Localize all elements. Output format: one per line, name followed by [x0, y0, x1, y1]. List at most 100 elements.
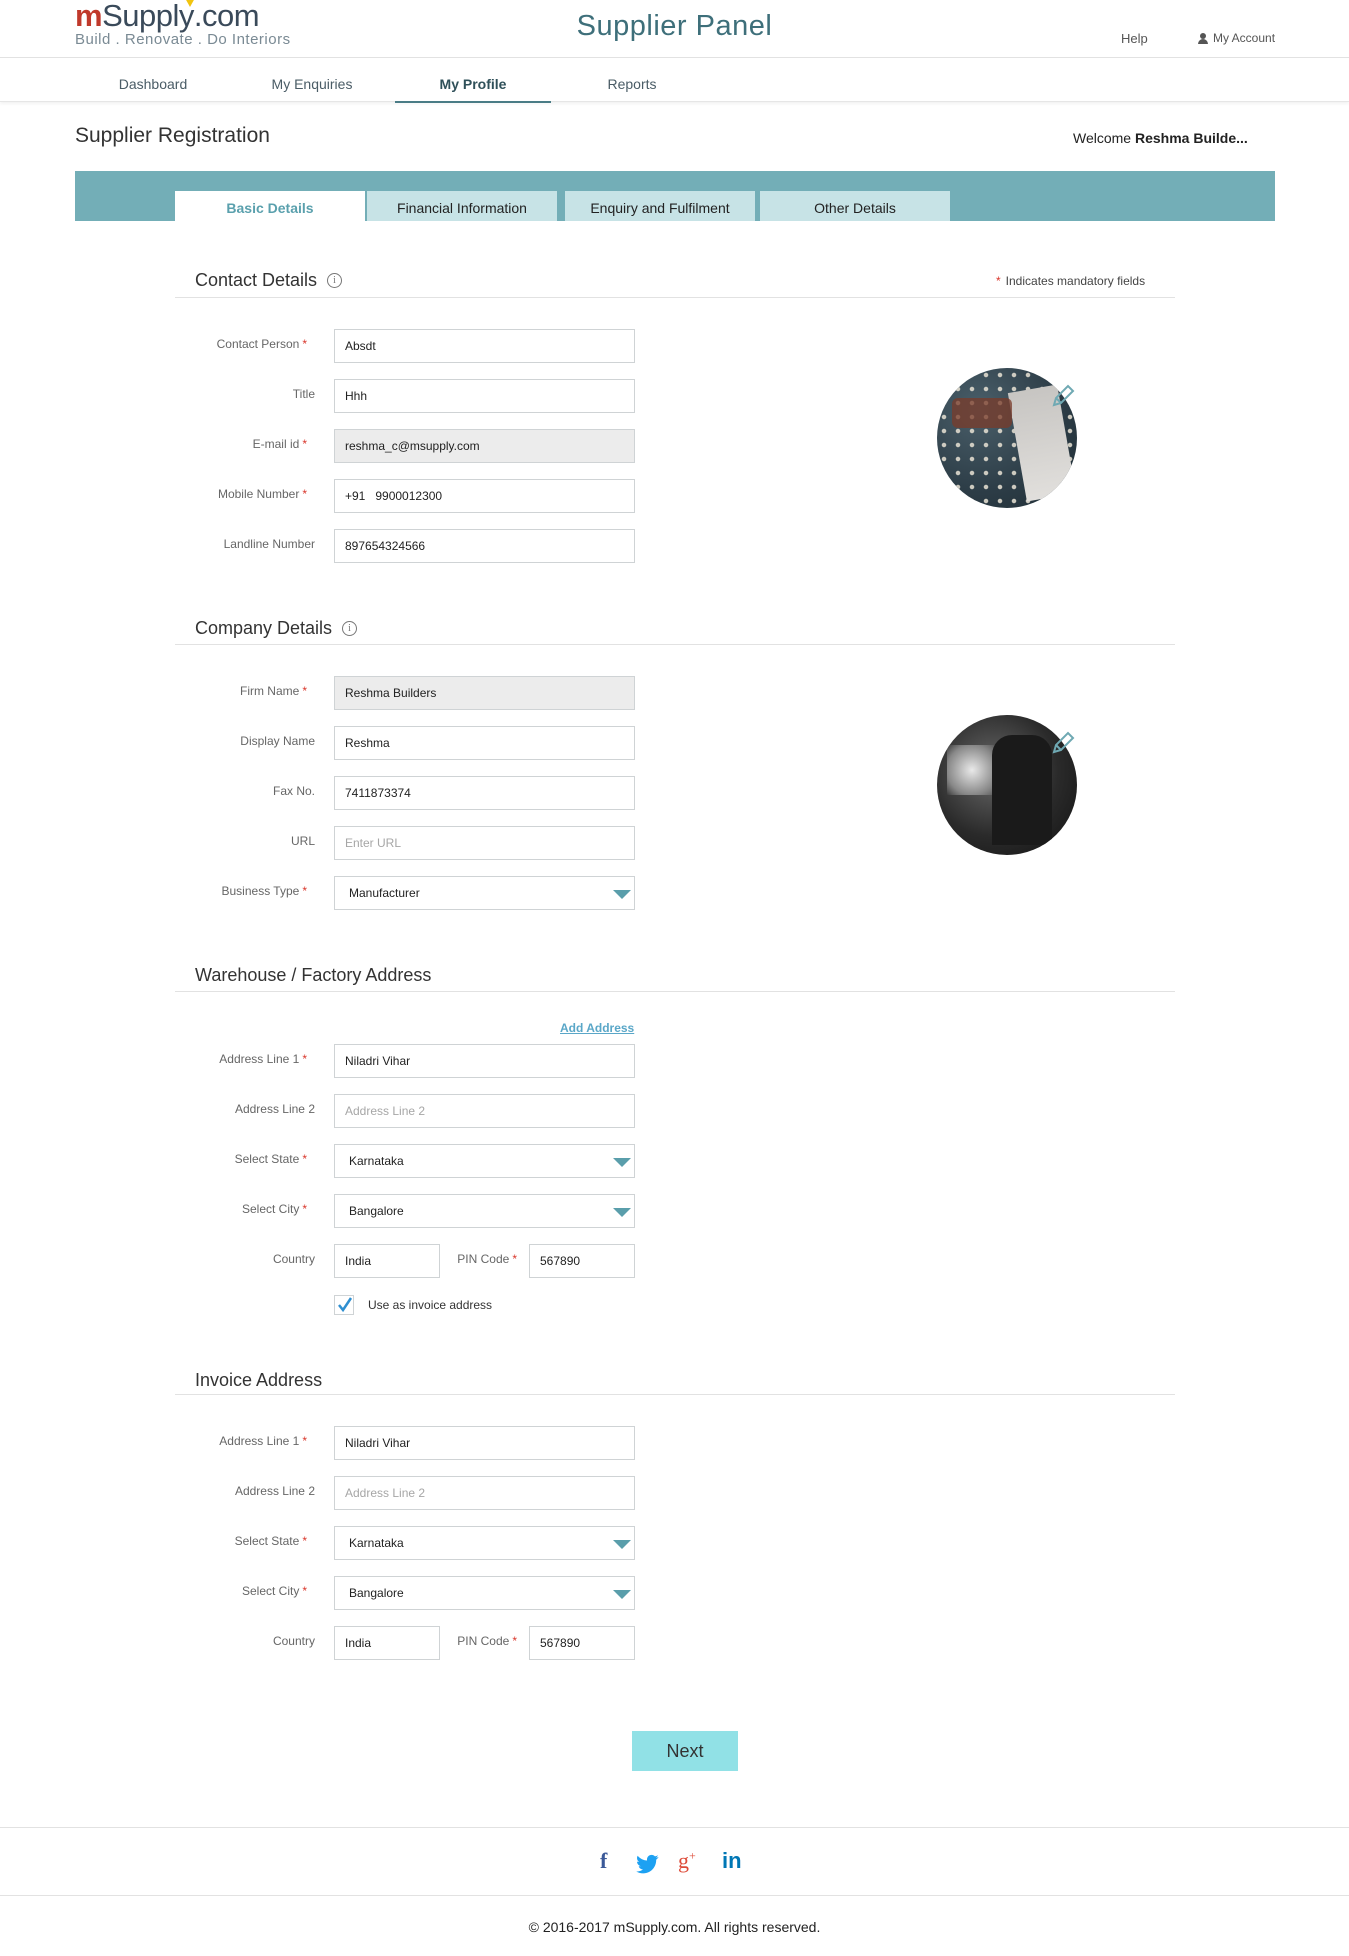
address-line-2-label: Address Line 2: [234, 1102, 315, 1116]
info-icon[interactable]: i: [327, 273, 343, 288]
warehouse-address-line-1-input[interactable]: Niladri Vihar: [334, 1044, 635, 1078]
info-icon[interactable]: i: [342, 621, 358, 636]
select-city-label: Select City *: [241, 1202, 307, 1216]
state-value: Karnataka: [349, 1154, 404, 1168]
twitter-icon[interactable]: [636, 1851, 660, 1879]
select-state-label: Select State *: [234, 1152, 307, 1166]
landline-number-label: Landline Number: [223, 537, 315, 551]
title-label: Title: [292, 387, 315, 401]
invoice-state-select[interactable]: Karnataka: [334, 1526, 635, 1560]
section-divider: [175, 297, 1175, 298]
firm-name-field: Reshma Builders: [334, 676, 635, 710]
warehouse-address-line-2-input[interactable]: Address Line 2: [334, 1094, 635, 1128]
edit-pencil-icon[interactable]: [1050, 730, 1076, 756]
user-icon: [1198, 32, 1208, 44]
dropdown-caret-icon: [613, 1590, 631, 1599]
firm-name-label: Firm Name *: [239, 684, 307, 698]
section-divider: [175, 991, 1175, 992]
url-input[interactable]: Enter URL: [334, 826, 635, 860]
address-line-1-label: Address Line 1 *: [219, 1052, 307, 1066]
address-line-2-label: Address Line 2: [234, 1484, 315, 1498]
contact-person-input[interactable]: Absdt: [334, 329, 635, 363]
my-account-label: My Account: [1213, 31, 1276, 45]
main-nav: Dashboard My Enquiries My Profile Report…: [0, 58, 1349, 103]
my-account-link[interactable]: My Account: [1198, 31, 1275, 45]
mandatory-note: * Indicates mandatory fields: [996, 274, 1145, 288]
section-divider: [175, 644, 1175, 645]
checkmark-icon: [338, 1297, 353, 1313]
warehouse-address-heading: Warehouse / Factory Address: [195, 965, 431, 986]
select-city-label: Select City *: [241, 1584, 307, 1598]
display-name-label: Display Name: [240, 734, 315, 748]
section-divider: [175, 1394, 1175, 1395]
mobile-number-label: Mobile Number *: [217, 487, 307, 501]
invoice-pin-code-input[interactable]: 567890: [529, 1626, 635, 1660]
business-type-value: Manufacturer: [349, 886, 420, 900]
invoice-address-heading: Invoice Address: [195, 1370, 322, 1391]
city-value: Bangalore: [349, 1204, 404, 1218]
help-link[interactable]: Help: [1121, 31, 1148, 46]
pin-code-label: PIN Code *: [457, 1634, 517, 1648]
linkedin-icon[interactable]: in: [722, 1848, 742, 1876]
email-field: reshma_c@msupply.com: [334, 429, 635, 463]
mandatory-note-text: Indicates mandatory fields: [1005, 274, 1146, 288]
address-line-1-label: Address Line 1 *: [219, 1434, 307, 1448]
invoice-address-line-1-input[interactable]: Niladri Vihar: [334, 1426, 635, 1460]
state-value: Karnataka: [349, 1536, 404, 1550]
next-button[interactable]: Next: [632, 1731, 738, 1771]
tab-enquiry-fulfilment[interactable]: Enquiry and Fulfilment: [565, 191, 755, 221]
page-title: Supplier Registration: [75, 124, 270, 147]
fax-no-label: Fax No.: [272, 784, 315, 798]
fax-no-input[interactable]: 7411873374: [334, 776, 635, 810]
contact-person-label: Contact Person *: [216, 337, 307, 351]
add-address-link[interactable]: Add Address: [560, 1021, 634, 1035]
tab-financial-information[interactable]: Financial Information: [367, 191, 557, 221]
display-name-input[interactable]: Reshma: [334, 726, 635, 760]
title-input[interactable]: Hhh: [334, 379, 635, 413]
nav-reports[interactable]: Reports: [554, 58, 710, 102]
use-as-invoice-checkbox[interactable]: [334, 1295, 354, 1315]
nav-my-enquiries[interactable]: My Enquiries: [234, 58, 390, 102]
company-details-title: Company Details: [195, 618, 333, 638]
registration-tabs: Basic Details Financial Information Enqu…: [75, 171, 1275, 221]
invoice-address-line-2-input[interactable]: Address Line 2: [334, 1476, 635, 1510]
business-type-select[interactable]: Manufacturer: [334, 876, 635, 910]
dropdown-caret-icon: [613, 1158, 631, 1167]
tab-other-details[interactable]: Other Details: [760, 191, 950, 221]
edit-pencil-icon[interactable]: [1050, 383, 1076, 409]
welcome-message: Welcome Reshma Builde...: [1073, 130, 1248, 146]
footer-divider: [0, 1895, 1349, 1896]
company-details-heading: Company Details i: [195, 618, 358, 639]
top-header: mSupply.com Build . Renovate . Do Interi…: [0, 0, 1349, 58]
warehouse-address-title: Warehouse / Factory Address: [195, 965, 432, 985]
select-state-label: Select State *: [234, 1534, 307, 1548]
pin-code-label: PIN Code *: [457, 1252, 517, 1266]
contact-details-title: Contact Details: [195, 270, 318, 290]
tab-basic-details[interactable]: Basic Details: [175, 191, 365, 221]
mobile-number-input[interactable]: +91 9900012300: [334, 479, 635, 513]
use-as-invoice-label: Use as invoice address: [368, 1298, 493, 1312]
welcome-username: Reshma Builde...: [1134, 130, 1248, 146]
contact-details-heading: Contact Details i: [195, 270, 343, 291]
email-label: E-mail id *: [252, 437, 307, 451]
url-label: URL: [290, 834, 315, 848]
required-star-icon: *: [996, 274, 1001, 288]
nav-dashboard[interactable]: Dashboard: [75, 58, 231, 102]
landline-number-input[interactable]: 897654324566: [334, 529, 635, 563]
invoice-address-title: Invoice Address: [195, 1370, 323, 1390]
warehouse-pin-code-input[interactable]: 567890: [529, 1244, 635, 1278]
google-plus-icon[interactable]: g+: [678, 1848, 696, 1876]
warehouse-state-select[interactable]: Karnataka: [334, 1144, 635, 1178]
dropdown-caret-icon: [613, 1540, 631, 1549]
dropdown-caret-icon: [613, 1208, 631, 1217]
facebook-icon[interactable]: f: [600, 1848, 607, 1876]
city-value: Bangalore: [349, 1586, 404, 1600]
business-type-label: Business Type *: [221, 884, 308, 898]
nav-my-profile[interactable]: My Profile: [395, 58, 551, 103]
dropdown-caret-icon: [613, 890, 631, 899]
invoice-city-select[interactable]: Bangalore: [334, 1576, 635, 1610]
copyright-text: © 2016-2017 mSupply.com. All rights rese…: [528, 1919, 821, 1935]
welcome-prefix: Welcome: [1073, 130, 1135, 146]
footer-divider: [0, 1827, 1349, 1828]
warehouse-city-select[interactable]: Bangalore: [334, 1194, 635, 1228]
